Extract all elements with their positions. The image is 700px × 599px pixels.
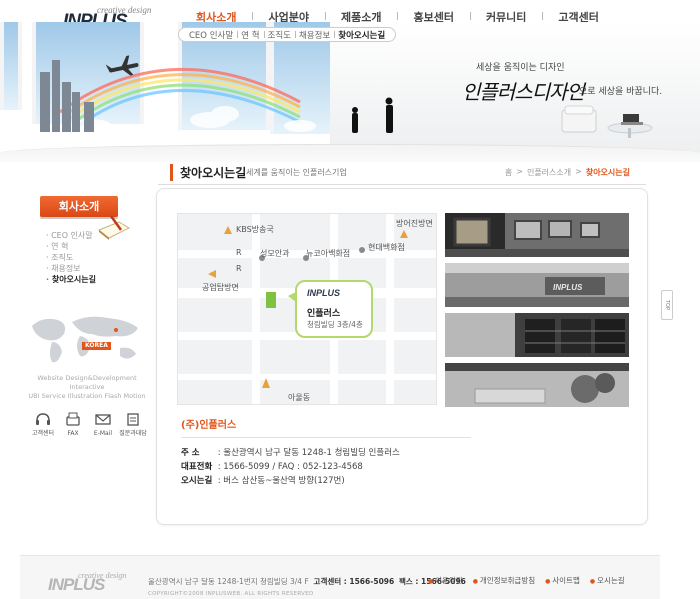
location-map: KBS방송국 방어진방면 성모안과 뉴코아백화점 현대백화점 R R 공업탑방면… [177,213,437,405]
service-caption-line: Website Design&Development Interactive [37,374,137,391]
info-row-phone: 대표전화 : 1566-5099 / FAQ : 052-123-4568 [181,462,363,472]
footer-logo[interactable]: creative design INPLUS [48,571,128,595]
info-row-directions: 오시는길 : 버스 삼산동~울산역 방향(127번) [181,476,345,486]
office-photo-image [445,313,629,357]
footer-phone: 고객센터 : 1566-5096 [313,577,395,586]
map-label-gongeop: 공업탑방면 [202,283,239,292]
quick-email[interactable]: E-Mail [88,412,118,438]
page-title-bar: 찾아오시는길 세계를 움직이는 인플러스기업 홈 > 인플러스소개 > 찾아오시… [170,164,630,181]
footer-address: 울산광역시 남구 달동 1248-1번지 청림빌딩 3/4 F 고객센터 : 1… [148,576,466,587]
breadcrumb-separator: > [516,167,523,176]
map-label-newcore: 뉴코아백화점 [306,249,351,258]
footer-link-directions[interactable]: 오시는길 [590,575,625,586]
marker-company-name: 인플러스 [307,309,341,319]
breadcrumb-company[interactable]: 인플러스소개 [527,167,571,178]
breadcrumb-home[interactable]: 홈 [505,167,512,178]
footer-link-privacy[interactable]: 개인정보취급방침 [473,575,535,586]
quick-label: 질문과대답 [119,430,147,437]
slogan-main: 인플러스디자인 [462,80,585,104]
title-divider [158,184,646,185]
slogan-top: 세상을 움직이는 디자인 [476,63,565,73]
breadcrumb: 홈 > 인플러스소개 > 찾아오시는길 [501,167,630,178]
rainbow-graphic [59,67,301,130]
office-photo-gallery [445,213,629,257]
footer-address-text: 울산광역시 남구 달동 1248-1번지 청림빌딩 3/4 F [148,577,309,586]
page-title: 찾아오시는길 [170,164,246,181]
info-value: 울산광역시 남구 달동 1248-1 청림빌딩 인플러스 [223,448,400,458]
side-menu: CEO 인사말 연 혁 조직도 채용정보 찾아오시는길 [46,230,96,285]
marker-logo: INPLUS [307,288,341,298]
company-map-marker: INPLUS 인플러스 청림빌딩 3층/4층 [295,280,373,338]
office-photo-image [445,363,629,407]
marker-building: 청림빌딩 3층/4층 [307,320,363,329]
map-label-r: R [236,264,242,273]
footer-link-terms[interactable]: 이용약관 [428,575,463,586]
people-silhouette-graphic [352,97,393,133]
footer-link-sitemap[interactable]: 사이트맵 [545,575,580,586]
info-row-address: 주 소 : 울산광역시 남구 달동 1248-1 청림빌딩 인플러스 [181,448,400,458]
side-menu-history[interactable]: 연 혁 [46,241,96,252]
office-photos: INPLUS [445,213,629,413]
quick-label: E-Mail [93,430,113,437]
side-menu-location[interactable]: 찾아오시는길 [46,274,96,285]
office-photo-image [445,213,629,257]
service-caption: Website Design&Development Interactive U… [28,374,146,401]
map-label-hyundai: 현대백화점 [368,243,405,252]
breadcrumb-current: 찾아오시는길 [585,168,630,177]
footer: creative design INPLUS 울산광역시 남구 달동 1248-… [20,555,660,599]
info-key: 대표전화 [181,462,213,472]
clipboard-icon [127,413,139,426]
map-label-ayang: 아울동 [288,393,311,402]
company-name: (주)인플러스 [181,416,471,438]
side-menu-recruit[interactable]: 채용정보 [46,263,96,274]
side-menu-ceo[interactable]: CEO 인사말 [46,230,96,241]
subnav-recruit[interactable]: 채용정보 [294,29,334,41]
map-label-r: R [236,248,242,257]
main-visual-banner: 세상을 움직이는 디자인 인플러스디자인 으로 세상을 바꿉니다. [0,22,700,162]
subnav-history[interactable]: 연 혁 [237,29,263,41]
headset-icon [36,413,50,425]
content-panel: KBS방송국 방어진방면 성모안과 뉴코아백화점 현대백화점 R R 공업탑방면… [156,188,648,525]
info-value: 버스 삼산동~울산역 방향(127번) [223,476,345,486]
side-menu-organization[interactable]: 조직도 [46,252,96,263]
info-key: 오시는길 [181,476,213,486]
subnav-organization[interactable]: 조직도 [263,29,295,41]
company-info: (주)인플러스 주 소 : 울산광역시 남구 달동 1248-1 청림빌딩 인플… [181,416,481,488]
map-label-seongmo: 성모안과 [260,249,290,258]
subnav-location[interactable]: 찾아오시는길 [334,29,389,41]
quick-label: FAX [67,430,79,437]
footer-logo-wordmark: INPLUS [48,575,105,594]
quick-contact-icons: 고객센터 FAX E-Mail 질문과대답 [28,412,148,438]
office-photo-lobby [445,363,629,407]
map-label-kbs: KBS방송국 [236,225,274,234]
footer-links: 이용약관 개인정보취급방침 사이트맵 오시는길 [428,575,635,586]
quick-fax[interactable]: FAX [58,412,88,438]
map-label-eobjin: 방어진방면 [396,219,433,228]
subnav-ceo[interactable]: CEO 인사말 [185,29,237,41]
office-photo-reception: INPLUS [445,263,629,307]
world-map-graphic [32,316,138,363]
banner-floor [0,144,700,162]
quick-label: 고객센터 [31,430,55,437]
scroll-top-button[interactable]: TOP [661,290,673,320]
slogan-tail: 으로 세상을 바꿉니다. [579,87,663,97]
lounge-furniture-graphic [561,105,653,138]
breadcrumb-separator: > [575,167,582,176]
korea-location-badge: KOREA [82,342,111,350]
quick-customer-center[interactable]: 고객센터 [28,412,58,438]
notebook-pen-icon [98,215,131,240]
office-photo-workspace [445,313,629,357]
info-key: 주 소 [181,448,200,458]
info-value: 1566-5099 / FAQ : 052-123-4568 [223,462,363,472]
footer-copyright: COPYRIGHT©2008 INPLUSWEB. ALL RIGHTS RES… [148,591,314,597]
sub-nav: CEO 인사말 연 혁 조직도 채용정보 찾아오시는길 [178,27,397,42]
fax-icon [66,412,80,426]
service-caption-line: UBI Service Illustration Flash Motion [28,392,146,400]
email-icon [95,414,111,425]
page-subtitle: 세계를 움직이는 인플러스기업 [246,168,347,177]
office-photo-image: INPLUS [445,263,629,307]
quick-faq[interactable]: 질문과대답 [118,412,148,438]
svg-text:INPLUS: INPLUS [553,283,583,292]
